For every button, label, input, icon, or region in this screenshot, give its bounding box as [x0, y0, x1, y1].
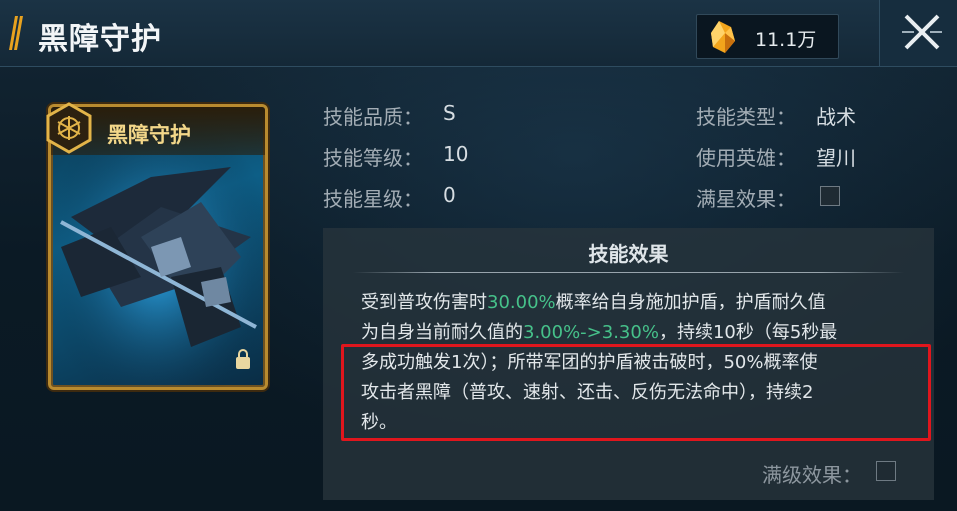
effect-divider	[353, 272, 904, 273]
page-title: 黑障守护	[38, 22, 162, 57]
close-button[interactable]	[879, 0, 957, 66]
title-accent-bars	[9, 16, 23, 50]
type-value: 战术	[816, 105, 856, 129]
close-icon	[902, 14, 942, 50]
star-value: 0	[443, 183, 456, 207]
max-star-checkbox[interactable]	[820, 186, 840, 206]
max-level-label: 满级效果：	[762, 463, 862, 487]
currency-value: 11.1万	[755, 29, 817, 51]
hero-value: 望川	[816, 146, 856, 170]
level-value: 10	[443, 142, 469, 166]
card-title: 黑障守护	[107, 122, 191, 147]
quality-label: 技能品质：	[323, 105, 423, 129]
quality-value: S	[443, 101, 456, 125]
effect-title: 技能效果	[588, 242, 669, 266]
effect-line-1: 受到普攻伤害时30.00%概率给自身施加护盾，护盾耐久值	[361, 292, 826, 313]
header-bar: 黑障守护 11.1万	[0, 0, 957, 67]
skill-type-hex-icon	[46, 102, 92, 154]
type-label: 技能类型：	[696, 105, 796, 129]
hero-label: 使用英雄：	[696, 146, 796, 170]
level-label: 技能等级：	[323, 146, 423, 170]
max-level-checkbox[interactable]	[876, 461, 896, 481]
annotation-highlight-box	[341, 344, 931, 441]
crystal-icon	[711, 21, 735, 53]
star-label: 技能星级：	[323, 187, 423, 211]
max-star-label: 满星效果：	[696, 187, 796, 211]
effect-line-2: 为自身当前耐久值的3.00%->3.30%，持续10秒（每5秒最	[361, 322, 838, 343]
lock-icon	[236, 349, 250, 369]
currency-display[interactable]: 11.1万	[696, 14, 839, 59]
